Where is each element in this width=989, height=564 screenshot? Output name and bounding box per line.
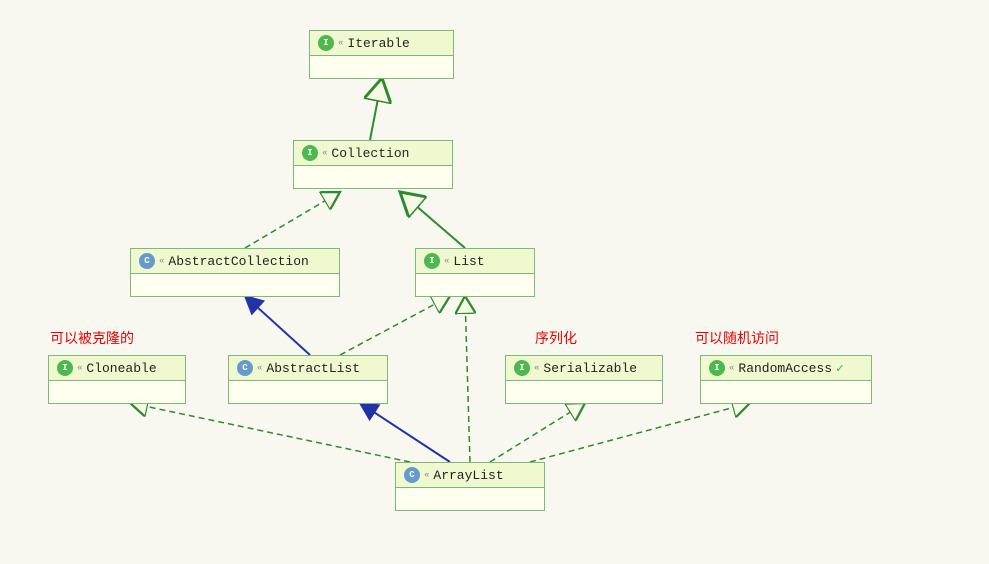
iterable-header: I « Iterable — [310, 31, 453, 56]
iterable-body — [310, 56, 453, 78]
list-body — [416, 274, 534, 296]
abstractlist-body — [229, 381, 387, 403]
arraylist-body — [396, 488, 544, 510]
collection-label: Collection — [331, 146, 409, 161]
abstractlist-header: C « AbstractList — [229, 356, 387, 381]
randomaccess-icon: I — [709, 360, 725, 376]
collection-header: I « Collection — [294, 141, 452, 166]
list-header: I « List — [416, 249, 534, 274]
cloneable-header: I « Cloneable — [49, 356, 185, 381]
abstractlist-icon: C — [237, 360, 253, 376]
iterable-box: I « Iterable — [309, 30, 454, 79]
abstractcollection-icon: C — [139, 253, 155, 269]
collection-box: I « Collection — [293, 140, 453, 189]
abstractcollection-header: C « AbstractCollection — [131, 249, 339, 274]
cloneable-label: Cloneable — [86, 361, 156, 376]
iterable-icon: I — [318, 35, 334, 51]
randomaccess-body — [701, 381, 871, 403]
serializable-body — [506, 381, 662, 403]
list-box: I « List — [415, 248, 535, 297]
serializable-box: I « Serializable — [505, 355, 663, 404]
abstractcollection-box: C « AbstractCollection — [130, 248, 340, 297]
randomaccess-box: I « RandomAccess ✓ — [700, 355, 872, 404]
arraylist-header: C « ArrayList — [396, 463, 544, 488]
cloneable-box: I « Cloneable — [48, 355, 186, 404]
cloneable-icon: I — [57, 360, 73, 376]
list-icon: I — [424, 253, 440, 269]
cloneable-body — [49, 381, 185, 403]
collection-body — [294, 166, 452, 188]
randomaccess-label: RandomAccess — [738, 361, 832, 376]
list-label: List — [453, 254, 484, 269]
abstractcollection-body — [131, 274, 339, 296]
annotation-randomaccess: 可以随机访问 — [695, 328, 779, 348]
serializable-header: I « Serializable — [506, 356, 662, 381]
arraylist-box: C « ArrayList — [395, 462, 545, 511]
annotation-cloneable: 可以被克隆的 — [50, 328, 134, 348]
abstractlist-label: AbstractList — [266, 361, 360, 376]
abstractlist-box: C « AbstractList — [228, 355, 388, 404]
randomaccess-header: I « RandomAccess ✓ — [701, 356, 871, 381]
abstractcollection-label: AbstractCollection — [168, 254, 308, 269]
iterable-label: Iterable — [347, 36, 409, 51]
arraylist-label: ArrayList — [433, 468, 503, 483]
serializable-label: Serializable — [543, 361, 637, 376]
diagram-container: I « Iterable I « Collection C « Abstract… — [0, 0, 989, 564]
annotation-serializable: 序列化 — [535, 328, 577, 348]
check-icon: ✓ — [836, 361, 844, 376]
collection-icon: I — [302, 145, 318, 161]
arraylist-icon: C — [404, 467, 420, 483]
serializable-icon: I — [514, 360, 530, 376]
